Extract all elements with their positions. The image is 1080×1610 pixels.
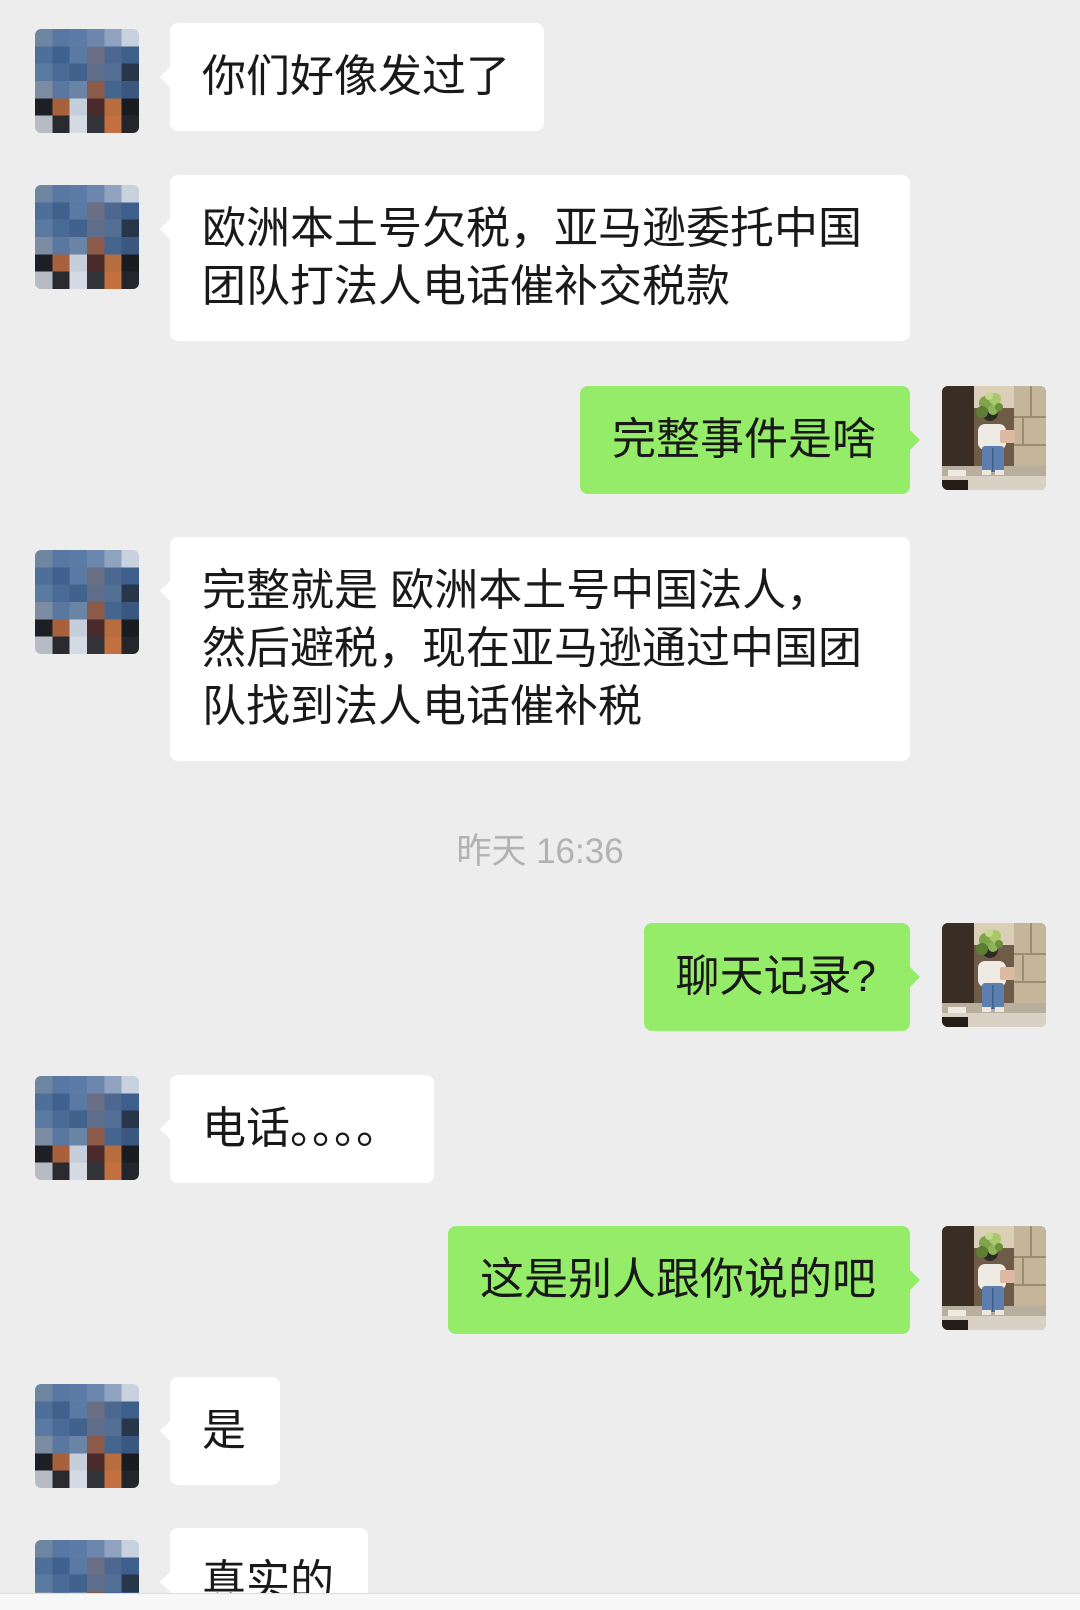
message-text: 你们好像发过了 (202, 52, 510, 101)
message-text: 完整事件是啥 (612, 415, 876, 464)
contact-avatar[interactable] (35, 1384, 139, 1488)
message-bubble[interactable]: 这是别人跟你说的吧 (448, 1226, 920, 1334)
message-text: 完整就是 欧洲本土号中国法人，然后避税，现在亚马逊通过中国团队找到法人电话催补税 (202, 566, 862, 731)
avatar-mosaic (35, 1540, 139, 1593)
contact-avatar[interactable] (35, 550, 139, 654)
contact-avatar[interactable] (35, 185, 139, 289)
contact-avatar[interactable] (35, 1076, 139, 1180)
avatar-image (942, 386, 1046, 490)
my-avatar[interactable] (942, 1226, 1046, 1330)
avatar-mosaic (35, 1384, 139, 1488)
message-text: 是 (202, 1406, 246, 1455)
message-text: 聊天记录? (675, 952, 876, 1001)
avatar-image (35, 550, 139, 654)
contact-avatar[interactable] (35, 1540, 139, 1593)
my-avatar[interactable] (942, 386, 1046, 490)
avatar-image (942, 1226, 1046, 1330)
message-text: 电话。。。。 (202, 1104, 400, 1153)
message-bubble[interactable]: 电话。。。。 (160, 1075, 434, 1183)
avatar-image (942, 923, 1046, 1027)
avatar-mosaic (35, 1076, 139, 1180)
avatar-image (35, 29, 139, 133)
avatar-photo (942, 386, 1046, 490)
avatar-image (35, 1076, 139, 1180)
message-bubble[interactable]: 是 (160, 1377, 280, 1485)
message-bubble[interactable]: 你们好像发过了 (160, 23, 544, 131)
avatar-mosaic (35, 550, 139, 654)
avatar-image (35, 1384, 139, 1488)
message-bubble[interactable]: 欧洲本土号欠税，亚马逊委托中国团队打法人电话催补交税款 (160, 175, 910, 341)
message-list[interactable]: 你们好像发过了 欧洲本土号欠税，亚马逊委托中国团队打法人电话催补交税款 完整事件… (0, 0, 1080, 1593)
avatar-photo (942, 923, 1046, 1027)
avatar-mosaic (35, 29, 139, 133)
my-avatar[interactable] (942, 923, 1046, 1027)
avatar-photo (942, 1226, 1046, 1330)
message-timestamp: 昨天 16:36 (456, 832, 624, 871)
message-bubble[interactable]: 聊天记录? (643, 923, 921, 1031)
avatar-mosaic (35, 185, 139, 289)
message-text: 真实的 (202, 1557, 334, 1593)
message-bubble[interactable]: 真实的 (160, 1528, 368, 1593)
message-text: 欧洲本土号欠税，亚马逊委托中国团队打法人电话催补交税款 (202, 204, 862, 311)
message-bubble[interactable]: 完整事件是啥 (580, 386, 920, 494)
contact-avatar[interactable] (35, 29, 139, 133)
avatar-image (35, 185, 139, 289)
message-text: 这是别人跟你说的吧 (480, 1255, 876, 1304)
chat-screen: { "chat": { "items": [ {"outgoing": fals… (0, 0, 1080, 1610)
input-bar-edge (0, 1593, 1080, 1610)
avatar-image (35, 1540, 139, 1593)
message-bubble[interactable]: 完整就是 欧洲本土号中国法人，然后避税，现在亚马逊通过中国团队找到法人电话催补税 (160, 537, 910, 761)
